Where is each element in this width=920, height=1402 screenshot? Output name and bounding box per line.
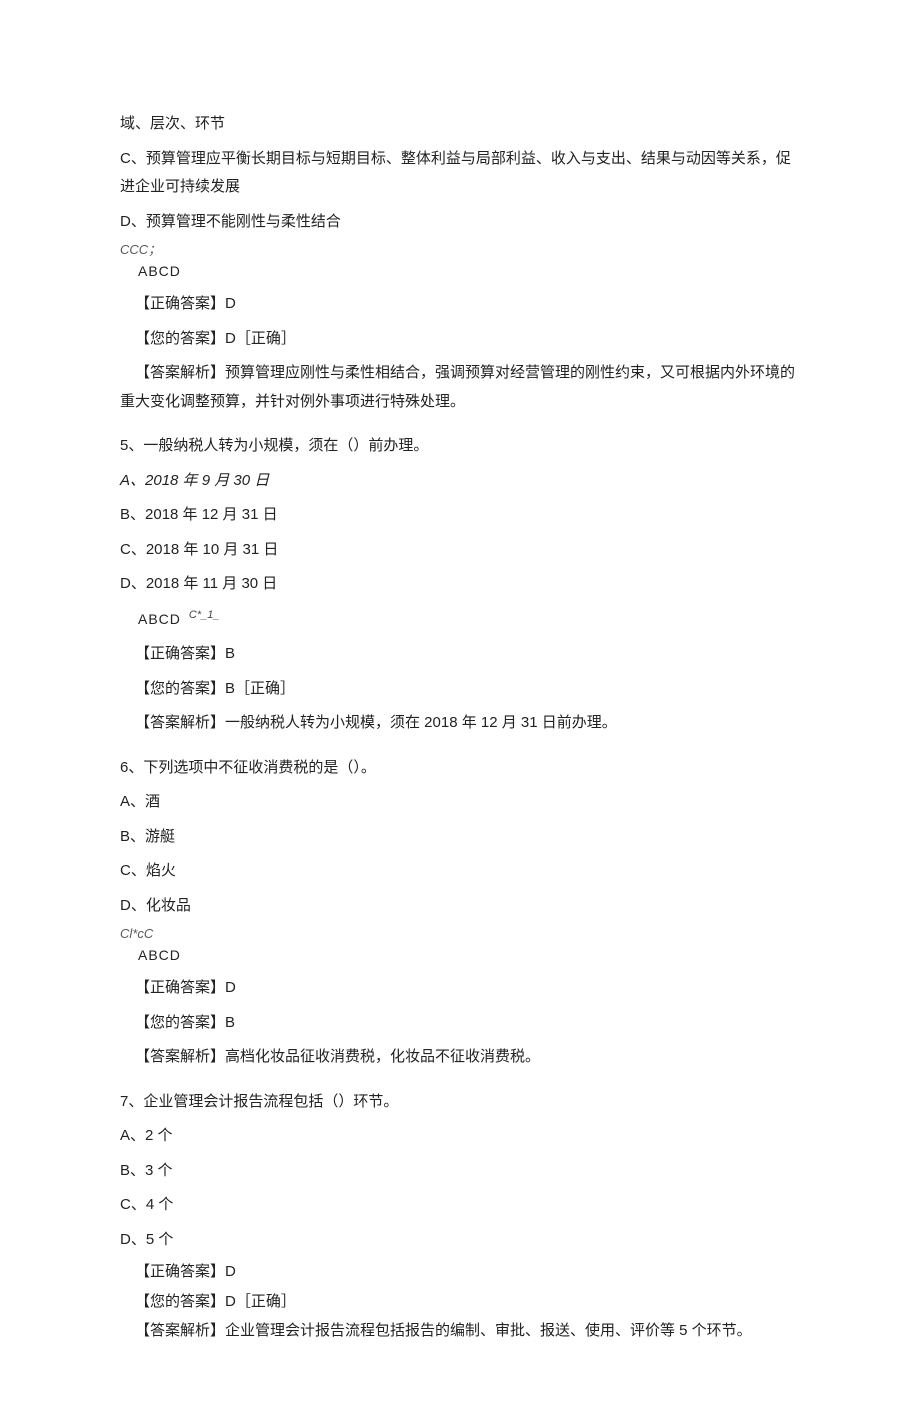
- q7-correct-answer: 【正确答案】D: [120, 1260, 800, 1283]
- q6-option-d: D、化妆品: [120, 892, 800, 921]
- q4-option-d: D、预算管理不能刚性与柔性结合: [120, 208, 800, 237]
- q5-your-answer: 【您的答案】B［正确］: [120, 675, 800, 704]
- q7-explanation: 【答案解析】企业管理会计报告流程包括报告的编制、审批、报送、使用、评价等 5 个…: [120, 1319, 800, 1342]
- q6: 6、下列选项中不征收消费税的是（）。 A、酒 B、游艇 C、焰火 D、化妆品 C…: [120, 754, 800, 1072]
- q6-explanation: 【答案解析】高档化妆品征收消费税，化妆品不征收消费税。: [120, 1043, 800, 1072]
- q6-option-c: C、焰火: [120, 857, 800, 886]
- q5-radio-letters: ABCD: [138, 611, 181, 627]
- q6-correct-answer: 【正确答案】D: [120, 974, 800, 1003]
- q6-stem: 6、下列选项中不征收消费税的是（）。: [120, 754, 800, 783]
- q6-option-a: A、酒: [120, 788, 800, 817]
- q5: 5、一般纳税人转为小规模，须在（）前办理。 A、2018 年 9 月 30 日 …: [120, 432, 800, 738]
- q7-your-answer: 【您的答案】D［正确］: [120, 1290, 800, 1313]
- q4-your-answer: 【您的答案】D［正确］: [120, 325, 800, 354]
- q6-radio-letters: ABCD: [138, 942, 800, 969]
- q7: 7、企业管理会计报告流程包括（）环节。 A、2 个 B、3 个 C、4 个 D、…: [120, 1088, 800, 1342]
- q5-correct-answer: 【正确答案】B: [120, 640, 800, 669]
- q7-stem: 7、企业管理会计报告流程包括（）环节。: [120, 1088, 800, 1117]
- q5-sup-note: C*_1_: [189, 609, 220, 621]
- q4-explanation: 【答案解析】预算管理应刚性与柔性相结合，强调预算对经营管理的刚性约束，又可根据内…: [120, 359, 800, 416]
- q5-option-c: C、2018 年 10 月 31 日: [120, 536, 800, 565]
- q5-option-d: D、2018 年 11 月 30 日: [120, 570, 800, 599]
- document-page: 域、层次、环节 C、预算管理应平衡长期目标与短期目标、整体利益与局部利益、收入与…: [0, 0, 920, 1402]
- q4-radio-letters: ABCD: [138, 258, 800, 285]
- q4-radio-note: CCC；: [120, 242, 800, 258]
- q4-line-fragment: 域、层次、环节: [120, 110, 800, 139]
- q5-explanation: 【答案解析】一般纳税人转为小规模，须在 2018 年 12 月 31 日前办理。: [120, 709, 800, 738]
- q5-radio-group: ABCD C*_1_: [120, 605, 800, 635]
- q7-option-d: D、5 个: [120, 1226, 800, 1255]
- q6-radio-group: Cl*cC ABCD: [120, 926, 800, 968]
- q7-option-c: C、4 个: [120, 1191, 800, 1220]
- q6-radio-note: Cl*cC: [120, 926, 800, 942]
- q5-option-a: A、2018 年 9 月 30 日: [120, 467, 800, 496]
- q5-option-b: B、2018 年 12 月 31 日: [120, 501, 800, 530]
- q7-option-b: B、3 个: [120, 1157, 800, 1186]
- q7-option-a: A、2 个: [120, 1122, 800, 1151]
- q6-your-answer: 【您的答案】B: [120, 1009, 800, 1038]
- q5-stem: 5、一般纳税人转为小规模，须在（）前办理。: [120, 432, 800, 461]
- q4-correct-answer: 【正确答案】D: [120, 290, 800, 319]
- q4-option-c: C、预算管理应平衡长期目标与短期目标、整体利益与局部利益、收入与支出、结果与动因…: [120, 145, 800, 202]
- q4-fragment: 域、层次、环节 C、预算管理应平衡长期目标与短期目标、整体利益与局部利益、收入与…: [120, 110, 800, 416]
- q6-option-b: B、游艇: [120, 823, 800, 852]
- q4-radio-group: CCC； ABCD: [120, 242, 800, 284]
